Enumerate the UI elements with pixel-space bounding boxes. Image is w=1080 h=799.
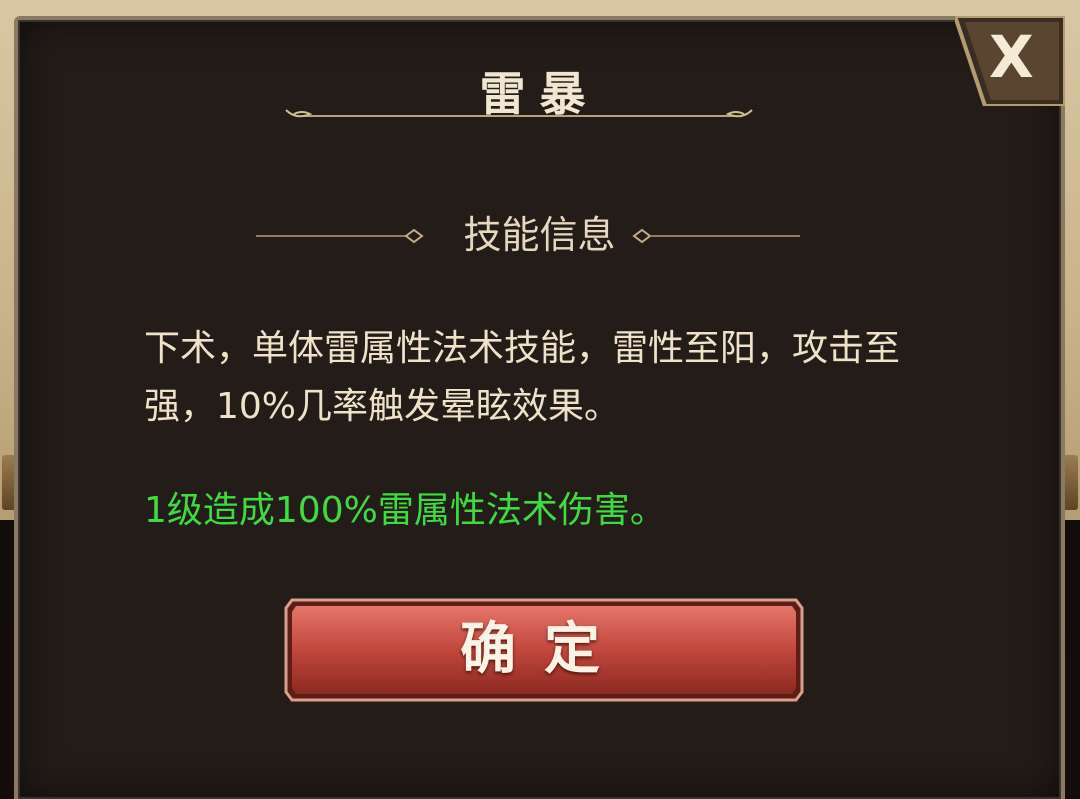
close-icon[interactable]: X: [989, 28, 1034, 86]
section-header: 技能信息: [18, 210, 1061, 260]
skill-effect: 1级造成100%雷属性法术伤害。: [144, 490, 666, 531]
skill-description: 下术，单体雷属性法术技能，雷性至阳，攻击至强，10%几率触发晕眩效果。: [144, 328, 901, 427]
section-header-label: 技能信息: [463, 213, 616, 257]
title-ornament-icon: [285, 109, 753, 118]
skill-info-dialog: 雷暴 X 技能信息 下术，单体雷属性法术技能，雷性至阳，攻击至强，10%几率触发…: [14, 14, 1067, 799]
confirm-button[interactable]: 确定: [284, 598, 804, 702]
close-button[interactable]: X: [952, 14, 1067, 108]
game-scene: 雷暴 X 技能信息 下术，单体雷属性法术技能，雷性至阳，攻击至强，10%几率触发…: [0, 0, 1080, 799]
section-ornament-icon: [256, 228, 424, 244]
section-ornament-icon: [632, 228, 800, 244]
confirm-button-label[interactable]: 确定: [284, 598, 804, 702]
